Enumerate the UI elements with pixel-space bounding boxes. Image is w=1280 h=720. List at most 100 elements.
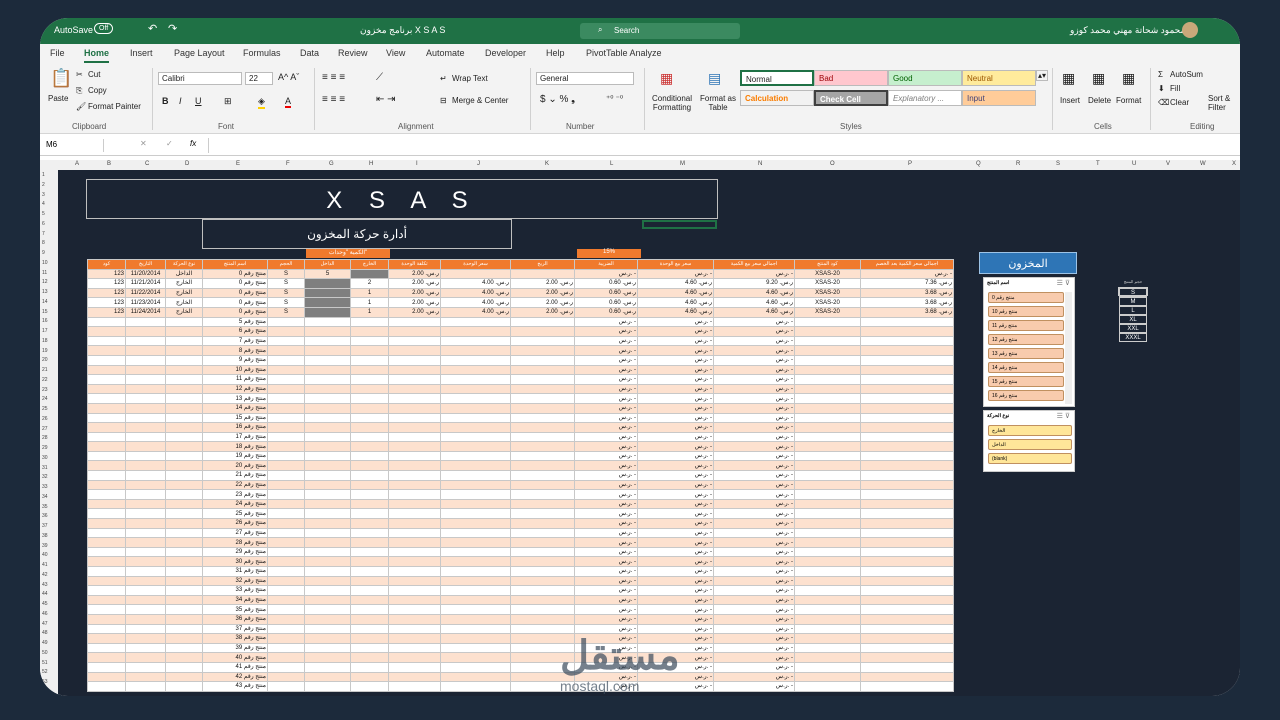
table-cell[interactable]: ر.س. -: [574, 489, 638, 500]
table-cell[interactable]: [165, 470, 203, 481]
table-cell[interactable]: [125, 441, 166, 452]
column-title[interactable]: كود المنتج: [794, 259, 861, 270]
tab-view[interactable]: View: [386, 48, 405, 58]
table-cell[interactable]: ر.س. 2.00: [510, 287, 575, 299]
row-header[interactable]: 32: [42, 474, 48, 480]
table-cell[interactable]: [510, 364, 575, 376]
table-cell[interactable]: [165, 460, 203, 472]
table-cell[interactable]: ر.س. -: [574, 556, 638, 567]
table-cell[interactable]: [304, 402, 351, 414]
row-header[interactable]: 33: [42, 484, 48, 490]
table-cell[interactable]: ر.س. -: [713, 479, 795, 491]
table-cell[interactable]: [87, 518, 126, 529]
table-cell[interactable]: ر.س. 0.60: [574, 297, 638, 308]
table-cell[interactable]: [794, 498, 861, 510]
row-header[interactable]: 52: [42, 669, 48, 675]
table-cell[interactable]: [125, 575, 166, 587]
table-row[interactable]: منتج رقم 9 ر.س. - ر.س. - ر.س. -: [87, 354, 954, 366]
table-cell[interactable]: S: [267, 297, 305, 308]
table-cell[interactable]: [510, 431, 575, 443]
column-title[interactable]: اسم المنتج: [202, 259, 268, 270]
table-row[interactable]: منتج رقم 24 ر.س. - ر.س. - ر.س. -: [87, 498, 954, 510]
table-cell[interactable]: [125, 546, 166, 558]
table-cell[interactable]: ر.س. -: [713, 566, 795, 577]
table-cell[interactable]: ر.س. 2.00: [510, 306, 575, 318]
worksheet[interactable]: X S A S أدارة حركة المخزون الكمية "وحدات…: [58, 170, 1240, 696]
table-cell[interactable]: ر.س. 3.68: [860, 306, 954, 318]
table-cell[interactable]: [350, 604, 389, 615]
table-row[interactable]: منتج رقم 20 ر.س. - ر.س. - ر.س. -: [87, 460, 954, 472]
row-header[interactable]: 20: [42, 357, 48, 363]
row-header[interactable]: 6: [42, 221, 45, 227]
format-painter-button[interactable]: Format Painter: [88, 102, 141, 111]
table-cell[interactable]: [87, 489, 126, 500]
table-cell[interactable]: [794, 671, 861, 683]
table-cell[interactable]: [440, 479, 511, 491]
table-cell[interactable]: 123: [87, 268, 126, 280]
table-cell[interactable]: ر.س. -: [713, 431, 795, 443]
table-cell[interactable]: [304, 633, 351, 644]
table-row[interactable]: منتج رقم 28 ر.س. - ر.س. - ر.س. -: [87, 537, 954, 548]
table-cell[interactable]: [350, 498, 389, 510]
table-cell[interactable]: ر.س. -: [713, 354, 795, 366]
table-cell[interactable]: [860, 527, 954, 539]
row-header[interactable]: 40: [42, 552, 48, 558]
table-cell[interactable]: منتج رقم 5: [202, 316, 268, 328]
table-cell[interactable]: [510, 374, 575, 385]
row-header[interactable]: 4: [42, 201, 45, 207]
table-cell[interactable]: [794, 604, 861, 615]
font-color-icon[interactable]: A: [285, 96, 292, 108]
table-cell[interactable]: [860, 537, 954, 548]
table-cell[interactable]: [794, 479, 861, 491]
row-header[interactable]: 53: [42, 679, 48, 685]
table-cell[interactable]: [388, 470, 441, 481]
table-cell[interactable]: [267, 604, 305, 615]
table-cell[interactable]: ر.س. -: [713, 383, 795, 395]
row-header[interactable]: 36: [42, 513, 48, 519]
table-cell[interactable]: [304, 642, 351, 654]
undo-icon[interactable]: ↶: [148, 22, 157, 35]
table-cell[interactable]: منتج رقم 0: [202, 287, 268, 299]
table-cell[interactable]: [388, 537, 441, 548]
row-header[interactable]: 2: [42, 182, 45, 188]
slicer-item-product[interactable]: منتج رقم 0: [988, 292, 1064, 303]
table-cell[interactable]: [510, 441, 575, 452]
table-cell[interactable]: [510, 489, 575, 500]
tab-pivottable-analyze[interactable]: PivotTable Analyze: [586, 48, 662, 58]
table-cell[interactable]: [304, 278, 351, 289]
table-cell[interactable]: [267, 623, 305, 635]
table-cell[interactable]: منتج رقم 0: [202, 268, 268, 280]
table-cell[interactable]: ر.س. -: [574, 431, 638, 443]
table-cell[interactable]: ر.س. -: [637, 508, 714, 520]
column-header-b[interactable]: B: [107, 161, 111, 167]
table-cell[interactable]: [388, 594, 441, 606]
table-cell[interactable]: [125, 681, 166, 692]
table-cell[interactable]: الداخل: [165, 268, 203, 280]
table-cell[interactable]: [165, 326, 203, 337]
column-header-q[interactable]: Q: [976, 161, 981, 167]
table-row[interactable]: منتج رقم 35 ر.س. - ر.س. - ر.س. -: [87, 604, 954, 615]
table-cell[interactable]: [860, 422, 954, 433]
insert-cells-icon[interactable]: ▦: [1062, 70, 1075, 87]
name-box[interactable]: M6: [44, 139, 104, 152]
table-row[interactable]: منتج رقم 34 ر.س. - ر.س. - ر.س. -: [87, 594, 954, 606]
currency-icon[interactable]: $ ⌄ % ❟: [540, 94, 575, 105]
table-cell[interactable]: [388, 556, 441, 567]
table-cell[interactable]: [87, 393, 126, 404]
table-cell[interactable]: ر.س. 4.60: [713, 306, 795, 318]
table-cell[interactable]: [794, 335, 861, 347]
table-cell[interactable]: منتج رقم 33: [202, 585, 268, 596]
table-cell[interactable]: [388, 613, 441, 625]
table-cell[interactable]: [87, 460, 126, 472]
table-cell[interactable]: [267, 633, 305, 644]
table-cell[interactable]: [510, 498, 575, 510]
table-cell[interactable]: [510, 460, 575, 472]
table-cell[interactable]: [267, 422, 305, 433]
table-cell[interactable]: [510, 268, 575, 280]
table-cell[interactable]: [860, 335, 954, 347]
table-row[interactable]: 123 11/20/2014 الداخل منتج رقم 0 S 5 ر.س. 2.00…: [87, 268, 954, 280]
table-cell[interactable]: [388, 345, 441, 356]
merge-icon[interactable]: ⊟: [440, 96, 447, 105]
table-cell[interactable]: [440, 498, 511, 510]
delete-cells-icon[interactable]: ▦: [1092, 70, 1105, 87]
